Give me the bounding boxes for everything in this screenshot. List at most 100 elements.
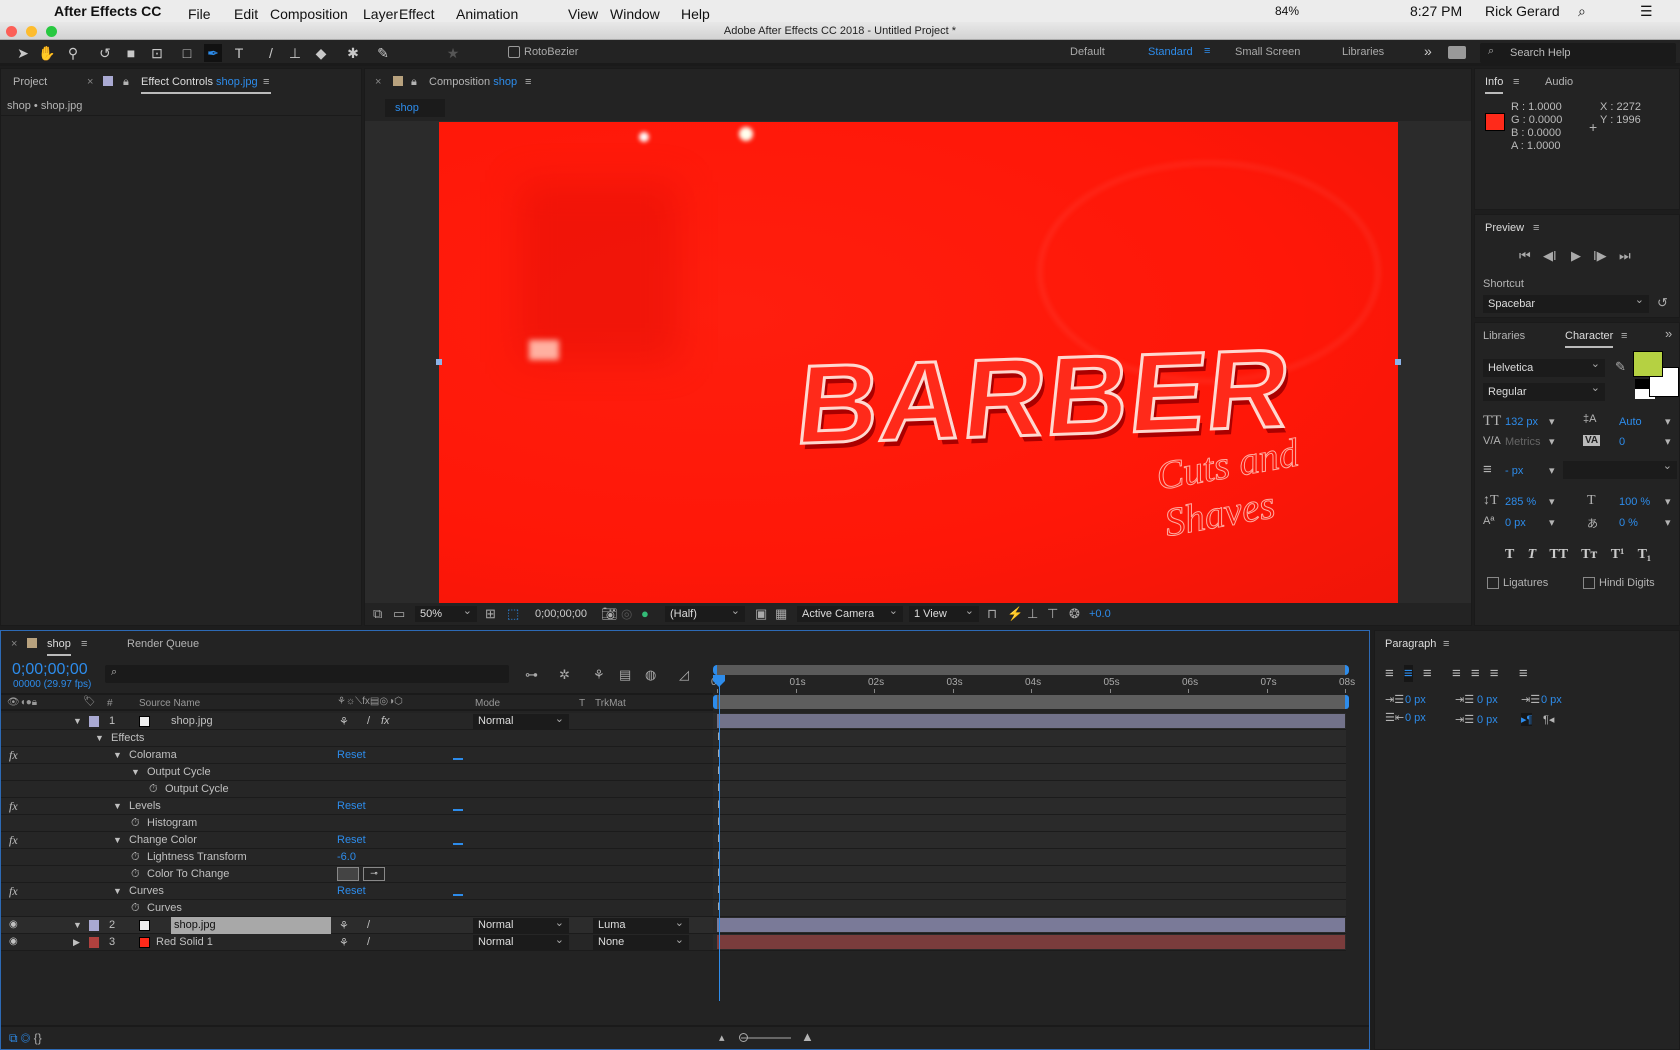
resolution-dropdown[interactable]: (Half) [665, 604, 745, 622]
current-timecode[interactable]: 0;00;00;00 [12, 661, 88, 679]
clone-stamp-tool-icon[interactable]: ⊥ [286, 44, 304, 62]
reset-link[interactable]: Reset [337, 800, 366, 812]
shy-switch-icon[interactable]: ⚘ [339, 936, 349, 949]
type-tool-icon[interactable]: T [230, 44, 248, 62]
close-tab-icon[interactable]: × [375, 76, 381, 88]
timeline-track[interactable]: I [713, 900, 1346, 917]
ltr-direction-icon[interactable]: ▸¶ [1521, 713, 1533, 726]
next-frame-icon[interactable]: I▶ [1593, 248, 1607, 264]
menu-file[interactable]: File [188, 6, 211, 22]
dropdown-arrow[interactable]: ▾ [1549, 495, 1555, 508]
zoom-tool-icon[interactable]: ⚲ [64, 44, 82, 62]
views-dropdown[interactable]: 1 View [909, 604, 979, 622]
panel-menu-icon[interactable]: ≡ [1513, 76, 1519, 88]
eraser-tool-icon[interactable]: ◆ [312, 44, 330, 62]
timeline-track[interactable]: I [713, 883, 1346, 900]
dropdown-arrow[interactable]: ▾ [1549, 435, 1555, 448]
puppet-pin-tool-icon[interactable]: ✎ [374, 44, 392, 62]
property-row[interactable]: ▼ Output Cycle [1, 764, 713, 781]
panel-menu-icon[interactable]: ≡ [81, 638, 87, 650]
rotobezier-checkbox[interactable] [508, 46, 520, 58]
play-icon[interactable]: ▶ [1571, 248, 1581, 264]
tab-timeline-shop[interactable]: shop [47, 638, 71, 656]
zoom-window-button[interactable] [46, 26, 57, 37]
layer-row[interactable]: ◉ ▼ 2 shop.jpg ⚘ / Normal Luma [1, 916, 713, 934]
time-navigator[interactable] [713, 665, 1349, 675]
timeline-track[interactable]: I [713, 730, 1346, 747]
blend-mode-dropdown[interactable]: Normal [473, 916, 569, 933]
timeline-track[interactable]: I [713, 781, 1346, 798]
snapshot-icon[interactable]: 📷︎ [601, 606, 618, 622]
region-of-interest-icon[interactable]: ▣ [755, 606, 767, 622]
expand-arrow-icon[interactable]: ▶ [73, 937, 80, 948]
hindi-digits-checkbox[interactable] [1583, 577, 1595, 589]
rotate-tool-icon[interactable]: ↺ [96, 44, 114, 62]
indent-first-value[interactable]: 0 px [1541, 694, 1562, 706]
draft-3d-icon[interactable]: ✲ [559, 667, 570, 683]
blend-mode-dropdown[interactable]: Normal [473, 712, 569, 729]
tracking-value[interactable]: 0 [1619, 436, 1625, 448]
zoom-in-icon[interactable]: ▲ [801, 1029, 814, 1044]
timeline-track[interactable]: I [713, 747, 1346, 764]
timeline-track[interactable]: I [713, 815, 1346, 832]
leading-value[interactable]: Auto [1619, 416, 1642, 428]
reset-icon[interactable]: ↺ [1657, 295, 1668, 311]
close-window-button[interactable] [6, 26, 17, 37]
workspace-menu-icon[interactable]: ≡ [1204, 45, 1210, 57]
spotlight-icon[interactable]: ⌕ [1578, 3, 1586, 20]
comp-buttons-icons[interactable]: ⧉ ◎ {} [9, 1031, 42, 1046]
eyedropper-icon[interactable]: ✎ [1615, 359, 1626, 375]
roto-brush-tool-icon[interactable]: ✱ [344, 44, 362, 62]
graph-editor-icon[interactable]: ◿ [679, 667, 689, 683]
minimize-window-button[interactable] [26, 26, 37, 37]
property-row[interactable]: ⏱︎ Lightness Transform -6.0 [1, 849, 713, 866]
dropdown-arrow[interactable]: ▾ [1549, 415, 1555, 428]
menu-edit[interactable]: Edit [234, 6, 258, 22]
eye-icon[interactable]: ◉ [9, 936, 18, 947]
space-before-value[interactable]: 0 px [1477, 694, 1498, 706]
always-preview-icon[interactable]: ⧉ [373, 606, 382, 622]
mask-visibility-icon[interactable]: ⬚ [507, 606, 519, 622]
stopwatch-icon[interactable]: ⏱︎ [131, 902, 140, 915]
rectangle-tool-icon[interactable]: □ [178, 44, 196, 62]
close-tab-icon[interactable]: × [11, 638, 17, 650]
property-row[interactable]: fx ▼ Levels Reset [1, 798, 713, 815]
menu-layer[interactable]: Layer [363, 6, 398, 22]
stopwatch-icon[interactable]: ⏱︎ [131, 868, 140, 881]
font-family-dropdown[interactable]: Helvetica [1483, 357, 1605, 377]
dropdown-arrow[interactable]: ▾ [1665, 495, 1671, 508]
effect-options-link[interactable] [453, 843, 463, 845]
work-area-bar[interactable] [713, 695, 1349, 709]
lock-icon[interactable]: 🔒︎ [411, 76, 417, 89]
collapse-arrow-icon[interactable]: ▼ [113, 750, 122, 760]
more-workspaces-icon[interactable]: » [1424, 43, 1432, 59]
track-matte-dropdown[interactable]: Luma [593, 916, 689, 933]
stopwatch-icon[interactable]: ⏱︎ [149, 783, 158, 796]
collapse-arrow-icon[interactable]: ▼ [113, 801, 122, 811]
reset-link[interactable]: Reset [337, 885, 366, 897]
lock-icon[interactable]: 🔒︎ [123, 76, 129, 89]
previous-frame-icon[interactable]: ◀I [1543, 248, 1557, 264]
timeline-track[interactable]: I [713, 798, 1346, 815]
color-swatch[interactable] [337, 867, 359, 881]
workspace-libraries[interactable]: Libraries [1342, 46, 1384, 58]
ligatures-checkbox[interactable] [1487, 577, 1499, 589]
kerning-value[interactable]: Metrics [1505, 436, 1540, 448]
vertical-scale-value[interactable]: 285 % [1505, 496, 1536, 508]
horizontal-scale-value[interactable]: 100 % [1619, 496, 1650, 508]
flowchart-icon[interactable]: ⊤ [1047, 606, 1058, 622]
zoom-out-icon[interactable]: ▴ [719, 1031, 725, 1044]
frame-blending-icon[interactable]: ▤ [619, 667, 631, 683]
layer-row[interactable]: ◉ ▶ 3 Red Solid 1 ⚘ / Normal None [1, 933, 713, 951]
timeline-track[interactable] [713, 713, 1346, 730]
layer-name[interactable]: shop.jpg [171, 917, 331, 934]
property-value[interactable]: -6.0 [337, 851, 356, 863]
panel-menu-icon[interactable]: ≡ [1621, 330, 1627, 342]
label-color[interactable] [89, 937, 99, 948]
tab-info[interactable]: Info [1485, 76, 1504, 94]
clock[interactable]: 8:27 PM [1410, 3, 1462, 19]
user-menu[interactable]: Rick Gerard [1485, 3, 1560, 19]
property-row[interactable]: fx ▼ Colorama Reset [1, 747, 713, 764]
layer-duration-bar[interactable] [717, 935, 1345, 949]
tab-project[interactable]: Project [13, 76, 47, 88]
